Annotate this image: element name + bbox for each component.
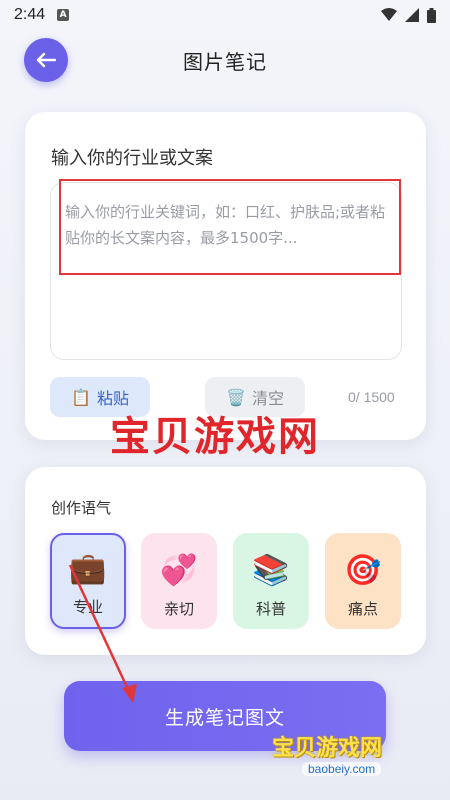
status-icons [381,7,436,23]
tone-label: 痛点 [347,600,378,618]
char-count: 0/ 1500 [348,389,395,405]
tone-label: 专业 [72,598,103,616]
status-bar: 2:44 A [0,0,450,30]
arrow-left-icon [36,52,56,68]
hearts-icon: 💞 [160,553,198,588]
input-card-title: 输入你的行业或文案 [51,148,213,169]
watermark-url: baobeiy.com [302,762,382,776]
app-header: 图片笔记 [0,30,450,90]
wifi-icon [381,8,397,21]
tone-option-pain-point[interactable]: 🎯 痛点 [325,533,401,629]
clipboard-icon: 📋 [71,387,91,407]
status-time: 2:44 [14,6,46,23]
tone-card-title: 创作语气 [51,499,112,517]
books-icon: 📚 [252,553,290,588]
tone-option-friendly[interactable]: 💞 亲切 [141,533,217,629]
briefcase-icon: 💼 [69,551,107,586]
tone-label: 亲切 [163,600,194,618]
tone-option-professional[interactable]: 💼 专业 [50,533,126,629]
target-icon: 🎯 [344,553,382,588]
tone-label: 科普 [255,600,286,618]
watermark-logo-text: 宝贝游戏网 [272,736,383,761]
signal-icon [405,8,419,22]
battery-icon [427,7,436,23]
watermark-text: 宝贝游戏网 [110,414,320,460]
back-button[interactable] [24,38,68,82]
tone-option-science[interactable]: 📚 科普 [233,533,309,629]
notification-icon: A [57,9,70,21]
annotation-highlight-box [59,179,401,275]
page-title: 图片笔记 [183,49,267,74]
